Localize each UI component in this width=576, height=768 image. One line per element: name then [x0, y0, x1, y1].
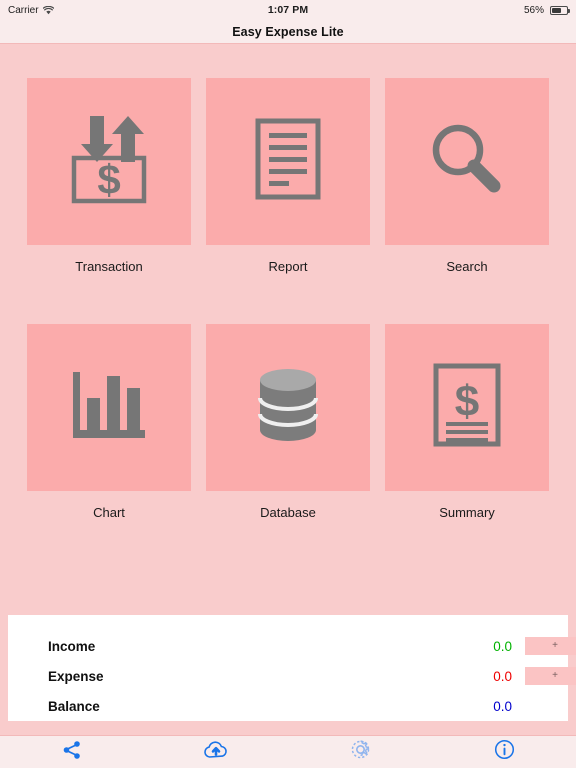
- transaction-box-arrows-dollar-icon: $: [66, 114, 152, 209]
- tile-chart-label: Chart: [93, 505, 125, 520]
- expense-label: Expense: [48, 668, 104, 684]
- tile-summary[interactable]: $ Summary: [385, 324, 549, 531]
- income-add-button[interactable]: +: [525, 637, 576, 655]
- tile-report-label: Report: [268, 259, 308, 274]
- balance-label: Balance: [48, 698, 100, 714]
- toolbar-info-button[interactable]: [432, 736, 576, 768]
- totals-row-balance: Balance 0.0: [8, 691, 568, 721]
- tile-report[interactable]: Report: [206, 78, 370, 285]
- toolbar-share-button[interactable]: [0, 736, 144, 768]
- status-bar: Carrier 1:07 PM 56%: [0, 0, 576, 20]
- battery-percent-label: 56%: [524, 4, 545, 16]
- tile-chart[interactable]: Chart: [27, 324, 191, 531]
- status-bar-right: 56%: [308, 4, 571, 16]
- bar-chart-icon: [71, 368, 147, 447]
- status-bar-time: 1:07 PM: [267, 4, 309, 16]
- tile-search-label: Search: [446, 259, 488, 274]
- database-cylinder-icon: [258, 368, 318, 447]
- tile-summary-image[interactable]: $: [385, 324, 549, 491]
- balance-value: 0.0: [493, 698, 512, 714]
- tile-transaction-label: Transaction: [75, 259, 143, 274]
- toolbar-settings-button[interactable]: [288, 736, 432, 768]
- expense-value: 0.0: [493, 668, 512, 684]
- bottom-toolbar: [0, 735, 576, 768]
- navigation-bar: Easy Expense Lite: [0, 20, 576, 44]
- status-bar-left: Carrier: [8, 5, 268, 16]
- battery-fill: [552, 7, 561, 13]
- totals-card: Income 0.0 + Expense 0.0 + Balance 0.0: [8, 615, 576, 721]
- tile-summary-label: Summary: [439, 505, 495, 520]
- svg-text:$: $: [97, 156, 120, 203]
- carrier-label: Carrier: [8, 4, 39, 16]
- svg-text:$: $: [455, 377, 479, 426]
- tile-database-label: Database: [260, 505, 316, 520]
- menu-grid: $ Transaction Report Search Chart Databa…: [0, 78, 576, 531]
- page-title: Easy Expense Lite: [232, 24, 344, 39]
- wifi-icon: [42, 5, 54, 15]
- share-icon: [62, 740, 82, 765]
- totals-row-expense: Expense 0.0 +: [8, 661, 576, 691]
- tile-search[interactable]: Search: [385, 78, 549, 285]
- tile-report-image[interactable]: [206, 78, 370, 245]
- tile-search-image[interactable]: [385, 78, 549, 245]
- document-lines-icon: [255, 118, 321, 205]
- tile-chart-image[interactable]: [27, 324, 191, 491]
- tile-transaction[interactable]: $ Transaction: [27, 78, 191, 285]
- battery-icon: [550, 5, 571, 15]
- tile-database-image[interactable]: [206, 324, 370, 491]
- totals-row-income: Income 0.0 +: [8, 631, 576, 661]
- expense-add-button[interactable]: +: [525, 667, 576, 685]
- income-label: Income: [48, 638, 96, 654]
- toolbar-backup-button[interactable]: [144, 736, 288, 768]
- info-icon: [494, 739, 515, 765]
- tile-transaction-image[interactable]: $: [27, 78, 191, 245]
- app-root: Carrier 1:07 PM 56% Easy Expense Lite $ …: [0, 0, 576, 768]
- gear-icon: [350, 739, 371, 765]
- tile-database[interactable]: Database: [206, 324, 370, 531]
- magnifier-icon: [429, 122, 505, 201]
- main-content: $ Transaction Report Search Chart Databa…: [0, 44, 576, 735]
- income-value: 0.0: [493, 638, 512, 654]
- document-dollar-icon: $: [433, 363, 501, 452]
- cloud-upload-icon: [203, 740, 229, 765]
